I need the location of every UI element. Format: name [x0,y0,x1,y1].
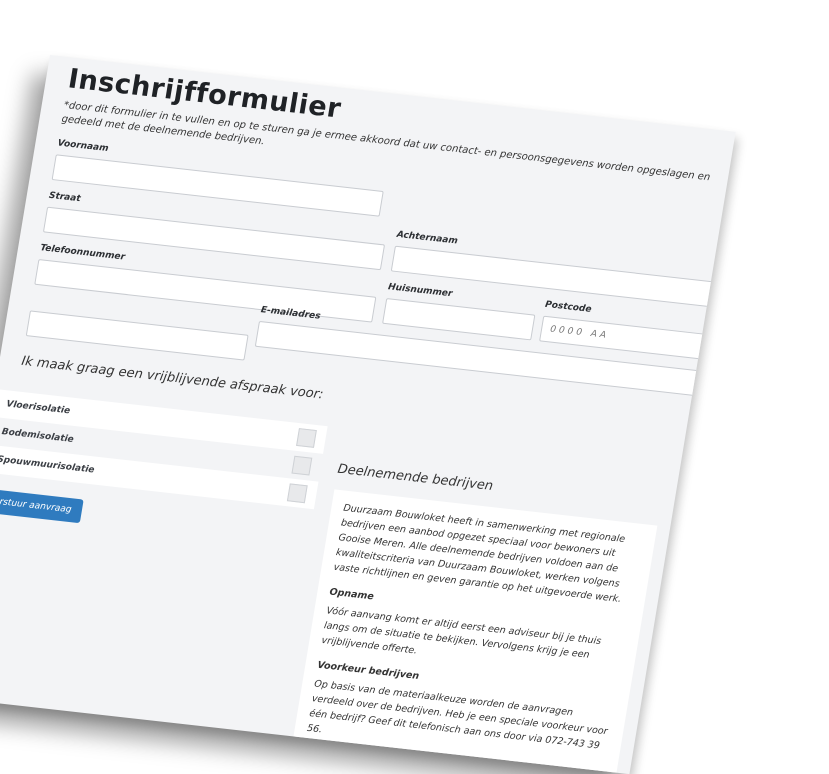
checkbox-spouwmuurisolatie[interactable] [286,483,308,504]
registration-form-card: Inschrijfformulier *door dit formulier i… [0,55,736,774]
option-label: Vloerisolatie [5,399,71,417]
option-label: Bodemisolatie [0,427,75,445]
option-label: Spouwmuurisolatie [0,454,96,476]
companies-heading: Deelnemende bedrijven [336,461,495,494]
appointment-heading: Ik maak graag een vrijblijvende afspraak… [20,353,325,403]
submit-button[interactable]: Verstuur aanvraag [0,487,84,524]
checkbox-bodemisolatie[interactable] [291,455,313,476]
companies-info-panel: Duurzaam Bouwloket heeft in samenwerking… [291,489,658,774]
checkbox-vloerisolatie[interactable] [296,428,317,448]
